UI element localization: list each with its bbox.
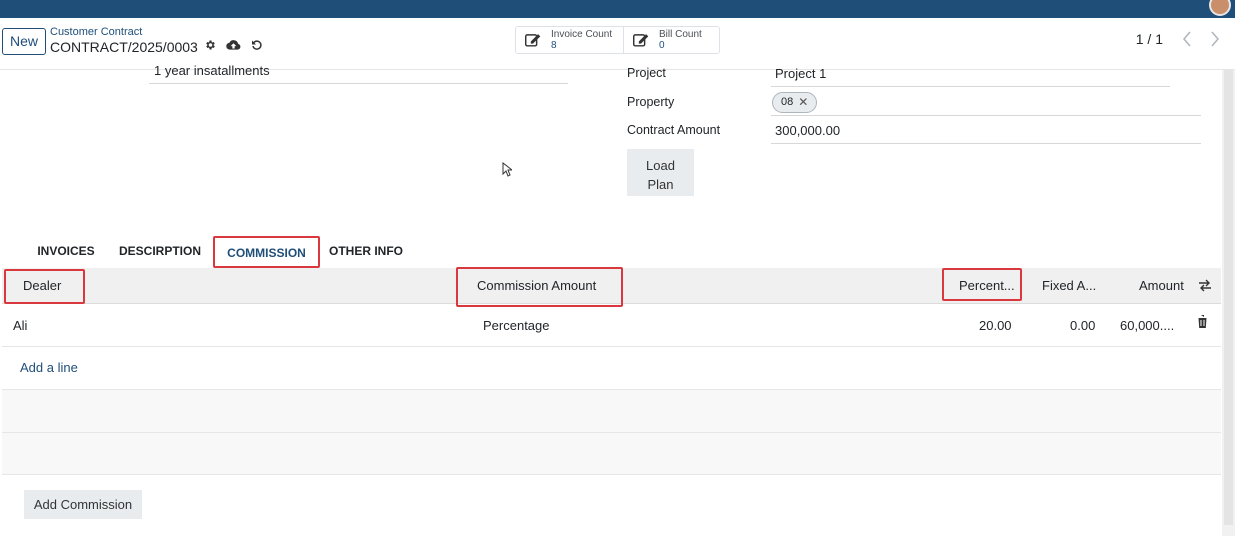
chevron-right-icon[interactable] [1205, 28, 1225, 50]
property-tag: 08 ✕ [772, 92, 818, 113]
highlight-percent [942, 268, 1022, 301]
contract-amount-field[interactable]: 300,000.00 [775, 123, 840, 138]
property-tag-label: 08 [781, 96, 794, 108]
contract-amount-underline [771, 143, 1201, 144]
property-label: Property [627, 95, 675, 109]
load-plan-line2: Plan [647, 176, 674, 192]
new-button[interactable]: New [2, 28, 46, 55]
user-avatar[interactable] [1209, 0, 1231, 16]
edit-icon [525, 34, 541, 47]
gear-icon[interactable] [204, 39, 216, 51]
invoice-count-value: 8 [551, 40, 557, 51]
highlight-commission-amount [456, 267, 623, 307]
bill-count-value: 0 [659, 40, 665, 51]
add-line-row [2, 347, 1221, 390]
record-actions [204, 39, 263, 51]
contract-amount-label: Contract Amount [627, 123, 721, 137]
smart-buttons: Invoice Count 8 Bill Count 0 [515, 26, 720, 54]
vertical-scrollbar[interactable] [1222, 70, 1235, 536]
cell-dealer[interactable]: Ali [13, 318, 27, 333]
project-label: Project [627, 66, 666, 80]
cell-percent[interactable]: 20.00 [979, 318, 1012, 333]
edit-icon [633, 34, 649, 47]
empty-row [2, 433, 1221, 475]
terms-field-underline [149, 83, 568, 84]
load-plan-line1: Load [646, 157, 675, 173]
chevron-left-icon[interactable] [1177, 28, 1197, 50]
mouse-cursor-icon [502, 161, 514, 182]
cell-commission-amount[interactable]: Percentage [483, 318, 550, 333]
tab-invoices[interactable]: INVOICES [37, 236, 95, 268]
pager-value[interactable]: 1 / 1 [1136, 31, 1163, 47]
terms-field-value[interactable]: 1 year insatallments [154, 63, 270, 78]
close-icon[interactable]: ✕ [798, 93, 808, 112]
invoice-count-label: Invoice Count [551, 29, 613, 40]
cell-amount[interactable]: 60,000.... [1120, 318, 1174, 333]
discard-icon[interactable] [251, 39, 263, 51]
empty-row [2, 390, 1221, 433]
cloud-upload-icon[interactable] [226, 39, 241, 51]
optional-columns-icon[interactable] [1198, 279, 1212, 297]
record-title: CONTRACT/2025/0003 [50, 39, 198, 55]
highlight-dealer [4, 269, 85, 304]
scrollbar-thumb[interactable] [1224, 70, 1233, 525]
breadcrumb-parent[interactable]: Customer Contract [50, 26, 142, 38]
bill-count-button[interactable]: Bill Count 0 [623, 27, 719, 53]
tab-description[interactable]: DESCIRPTION [119, 236, 201, 268]
bill-count-label: Bill Count [659, 29, 702, 40]
tab-commission[interactable]: COMMISSION [213, 236, 320, 268]
table-row[interactable]: Ali Percentage 20.00 0.00 60,000.... [2, 304, 1221, 347]
column-amount[interactable]: Amount [1139, 268, 1184, 304]
add-a-line-link[interactable]: Add a line [20, 360, 78, 375]
add-commission-button[interactable]: Add Commission [24, 490, 142, 519]
load-plan-button[interactable]: Load Plan [627, 149, 694, 196]
project-field-value[interactable]: Project 1 [775, 66, 826, 81]
top-navbar [0, 0, 1235, 18]
trash-icon[interactable] [1197, 315, 1208, 333]
property-field-underline [771, 115, 1201, 116]
project-field-underline [771, 86, 1170, 87]
cell-fixed-amount[interactable]: 0.00 [1070, 318, 1095, 333]
pager: 1 / 1 [1136, 28, 1225, 50]
column-fixed-amount[interactable]: Fixed A... [1042, 268, 1096, 304]
invoice-count-button[interactable]: Invoice Count 8 [516, 27, 623, 53]
tab-other-info[interactable]: OTHER INFO [329, 236, 403, 268]
